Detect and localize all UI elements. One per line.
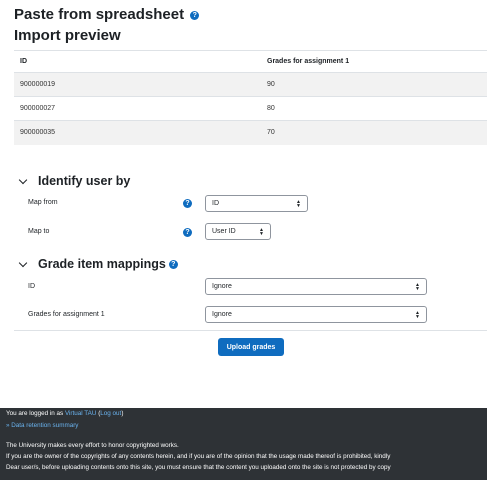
table-header-row: ID Grades for assignment 1 — [14, 50, 487, 73]
table-cell: 900000027 — [14, 96, 261, 121]
map-to-label: Map to — [28, 228, 50, 235]
table-cell: 900000035 — [14, 120, 261, 145]
grade-item-mappings-heading: Grade item mappings — [38, 257, 166, 271]
footer-upload-notice: Dear user/s, before uploading contents o… — [6, 464, 391, 471]
user-profile-link[interactable]: Virtual TAU — [65, 410, 97, 417]
import-preview-title: Import preview — [14, 27, 121, 44]
import-preview-table: ID Grades for assignment 1 900000019 90 … — [14, 50, 487, 145]
grade-item-mappings-toggle[interactable]: Grade item mappings ? — [14, 257, 178, 271]
table-row: 900000027 80 — [14, 96, 487, 121]
id-mapping-select[interactable]: Ignore ▲ ▼ — [205, 278, 427, 295]
table-cell: 80 — [261, 96, 487, 121]
sort-arrows-icon: ▲ ▼ — [259, 226, 264, 237]
upload-grades-button[interactable]: Upload grades — [218, 338, 284, 356]
paste-title: Paste from spreadsheet ? — [14, 6, 200, 24]
grades-mapping-value: Ignore — [212, 311, 232, 318]
column-header-id: ID — [14, 50, 261, 73]
grades-mapping-select[interactable]: Ignore ▲ ▼ — [205, 306, 427, 323]
id-mapping-value: Ignore — [212, 283, 232, 290]
logout-close-paren: ) — [121, 410, 124, 417]
table-cell: 90 — [261, 72, 487, 97]
map-to-select[interactable]: User ID ▲ ▼ — [205, 223, 271, 240]
identify-user-heading: Identify user by — [38, 174, 131, 188]
grades-mapping-label: Grades for assignment 1 — [28, 311, 105, 318]
sort-arrows-icon: ▲ ▼ — [415, 281, 420, 292]
sort-arrows-icon: ▲ ▼ — [296, 198, 301, 209]
table-cell: 70 — [261, 120, 487, 145]
logout-link[interactable]: Log out — [100, 410, 121, 417]
sort-arrows-icon: ▲ ▼ — [415, 309, 420, 320]
form-divider — [14, 330, 487, 331]
table-row: 900000035 70 — [14, 120, 487, 145]
chevron-down-icon — [18, 175, 28, 184]
help-icon[interactable]: ? — [183, 199, 192, 208]
help-icon[interactable]: ? — [190, 10, 200, 20]
paste-title-text: Paste from spreadsheet — [14, 6, 185, 23]
map-to-value: User ID — [212, 228, 236, 235]
logged-in-prefix: You are logged in as — [6, 410, 64, 417]
column-header-grades: Grades for assignment 1 — [261, 50, 487, 73]
chevron-down-icon — [18, 258, 28, 267]
help-icon[interactable]: ? — [168, 259, 178, 269]
help-icon[interactable]: ? — [183, 228, 192, 237]
id-mapping-label: ID — [28, 283, 35, 290]
page-footer: You are logged in as Virtual TAU (Log ou… — [0, 408, 487, 480]
map-from-label: Map from — [28, 199, 58, 206]
footer-copyright-notice: The University makes every effort to hon… — [6, 442, 179, 449]
map-from-select[interactable]: ID ▲ ▼ — [205, 195, 308, 212]
table-row: 900000019 90 — [14, 72, 487, 97]
footer-owner-notice: If you are the owner of the copyrights o… — [6, 453, 391, 460]
login-info: You are logged in as Virtual TAU (Log ou… — [6, 410, 123, 417]
map-from-value: ID — [212, 200, 219, 207]
identify-user-section-toggle[interactable]: Identify user by — [14, 174, 130, 188]
data-retention-link[interactable]: » Data retention summary — [6, 422, 78, 429]
table-cell: 900000019 — [14, 72, 261, 97]
